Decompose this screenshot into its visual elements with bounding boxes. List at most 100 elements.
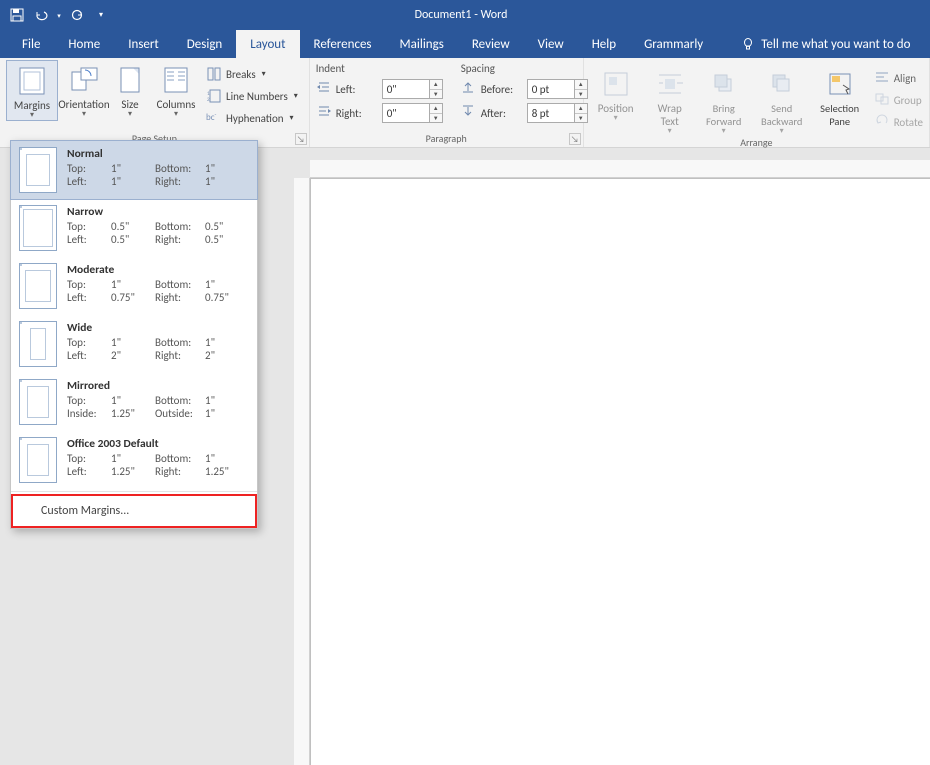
margins-icon [16,65,48,97]
spacing-after-input[interactable]: ▲▼ [527,103,588,123]
indent-head: Indent [316,62,443,75]
tab-view[interactable]: View [524,30,578,58]
redo-button[interactable] [66,4,88,26]
group-page-setup: Margins▾ Orientation▾ Size▾ Columns▾ Bre… [0,58,310,147]
breaks-button[interactable]: Breaks▾ [206,64,298,84]
arrange-group-label: Arrange [590,136,923,151]
margin-option-office-2003-default[interactable]: Office 2003 Default Top:1"Bottom:1" Left… [11,431,257,489]
margin-option-name: Moderate [67,263,249,277]
columns-icon [160,64,192,96]
tab-help[interactable]: Help [578,30,630,58]
tab-insert[interactable]: Insert [114,30,173,58]
align-button[interactable]: Align [874,68,923,88]
margin-option-name: Wide [67,321,249,335]
vertical-ruler[interactable] [294,178,310,765]
indent-right-label: Right: [336,107,378,120]
spacing-head: Spacing [461,62,588,75]
breaks-label: Breaks [226,68,256,81]
ribbon: Margins▾ Orientation▾ Size▾ Columns▾ Bre… [0,58,930,148]
indent-right-input[interactable]: ▲▼ [382,103,443,123]
align-icon [874,70,890,86]
tab-grammarly[interactable]: Grammarly [630,30,717,58]
group-arrange: Position▾ Wrap Text▾ Bring Forward▾ Send… [584,58,930,147]
titlebar: ▾ ▾ Document1 - Word [0,0,930,30]
line-numbers-button[interactable]: 12 Line Numbers▾ [206,86,298,106]
margin-option-wide[interactable]: Wide Top:1"Bottom:1" Left:2"Right:2" [11,315,257,373]
tell-me-label: Tell me what you want to do [761,37,910,52]
custom-margins-menu-item[interactable]: Custom Margins... [11,494,257,528]
margin-option-normal[interactable]: Normal Top:1"Bottom:1" Left:1"Right:1" [10,140,258,200]
line-numbers-icon: 12 [206,88,222,104]
save-button[interactable] [6,4,28,26]
selection-pane-button[interactable]: Selection Pane [814,64,866,136]
tab-layout[interactable]: Layout [236,30,299,58]
margin-option-info: Narrow Top:0.5"Bottom:0.5" Left:0.5"Righ… [67,205,249,246]
undo-button[interactable] [30,4,52,26]
margin-thumb-icon [19,321,57,367]
margins-dropdown-menu: Normal Top:1"Bottom:1" Left:1"Right:1" N… [10,140,258,529]
bring-forward-label: Bring Forward [698,102,750,128]
indent-left-icon [316,81,332,97]
margin-option-moderate[interactable]: Moderate Top:1"Bottom:1" Left:0.75"Right… [11,257,257,315]
orientation-button[interactable]: Orientation▾ [58,60,110,119]
margin-thumb-icon [19,205,57,251]
tab-home[interactable]: Home [54,30,114,58]
tab-references[interactable]: References [300,30,386,58]
hyphenation-button[interactable]: bc- Hyphenation▾ [206,108,298,128]
margin-option-mirrored[interactable]: Mirrored Top:1"Bottom:1" Inside:1.25"Out… [11,373,257,431]
margin-option-name: Narrow [67,205,249,219]
spacing-after-icon [461,105,477,121]
margin-option-info: Mirrored Top:1"Bottom:1" Inside:1.25"Out… [67,379,249,420]
line-numbers-label: Line Numbers [226,90,288,103]
size-button[interactable]: Size▾ [110,60,150,119]
qat-customize[interactable]: ▾ [90,4,112,26]
margins-button[interactable]: Margins▾ [6,60,58,121]
spacing-before-input[interactable]: ▲▼ [527,79,588,99]
tab-mailings[interactable]: Mailings [386,30,458,58]
ribbon-tabs: File Home Insert Design Layout Reference… [0,30,930,58]
group-paragraph: Indent Left: ▲▼ Right: ▲▼ Spacing Before… [310,58,584,147]
tab-review[interactable]: Review [458,30,524,58]
paragraph-group-label: Paragraph [316,132,577,147]
columns-button[interactable]: Columns▾ [150,60,202,119]
margin-thumb-icon [19,379,57,425]
selection-pane-label: Selection Pane [814,102,866,128]
margin-thumb-icon [19,437,57,483]
window-title: Document1 - Word [112,8,810,22]
quick-access-toolbar: ▾ ▾ [0,4,112,26]
undo-dropdown[interactable]: ▾ [54,4,64,26]
bring-forward-icon [708,68,740,100]
bring-forward-button[interactable]: Bring Forward▾ [698,64,750,136]
send-backward-button[interactable]: Send Backward▾ [756,64,808,136]
margin-thumb-icon [19,263,57,309]
position-button[interactable]: Position▾ [590,64,642,136]
margin-thumb-icon [19,147,57,193]
tab-design[interactable]: Design [173,30,236,58]
menu-separator [11,491,257,492]
horizontal-ruler[interactable] [310,160,930,178]
spacing-before-icon [461,81,477,97]
orientation-icon [68,64,100,96]
rotate-button[interactable]: Rotate [874,112,923,132]
margin-option-name: Mirrored [67,379,249,393]
paragraph-dialog-launcher[interactable]: ↘ [569,133,581,145]
group-icon [874,92,890,108]
spacing-after-label: After: [481,107,523,120]
wrap-text-label: Wrap Text [648,102,692,128]
indent-left-input[interactable]: ▲▼ [382,79,443,99]
position-icon [600,68,632,100]
size-icon [114,64,146,96]
document-page[interactable] [310,178,930,765]
margin-option-narrow[interactable]: Narrow Top:0.5"Bottom:0.5" Left:0.5"Righ… [11,199,257,257]
wrap-text-icon [654,68,686,100]
tab-file[interactable]: File [8,30,54,58]
wrap-text-button[interactable]: Wrap Text▾ [648,64,692,136]
tell-me-search[interactable]: Tell me what you want to do [741,30,910,58]
hyphenation-label: Hyphenation [226,112,284,125]
group-objects-button[interactable]: Group [874,90,923,110]
margin-option-info: Normal Top:1"Bottom:1" Left:1"Right:1" [67,147,249,188]
rotate-icon [874,114,890,130]
rotate-label: Rotate [894,116,923,129]
page-setup-dialog-launcher[interactable]: ↘ [295,133,307,145]
hyphenation-icon: bc- [206,110,222,126]
